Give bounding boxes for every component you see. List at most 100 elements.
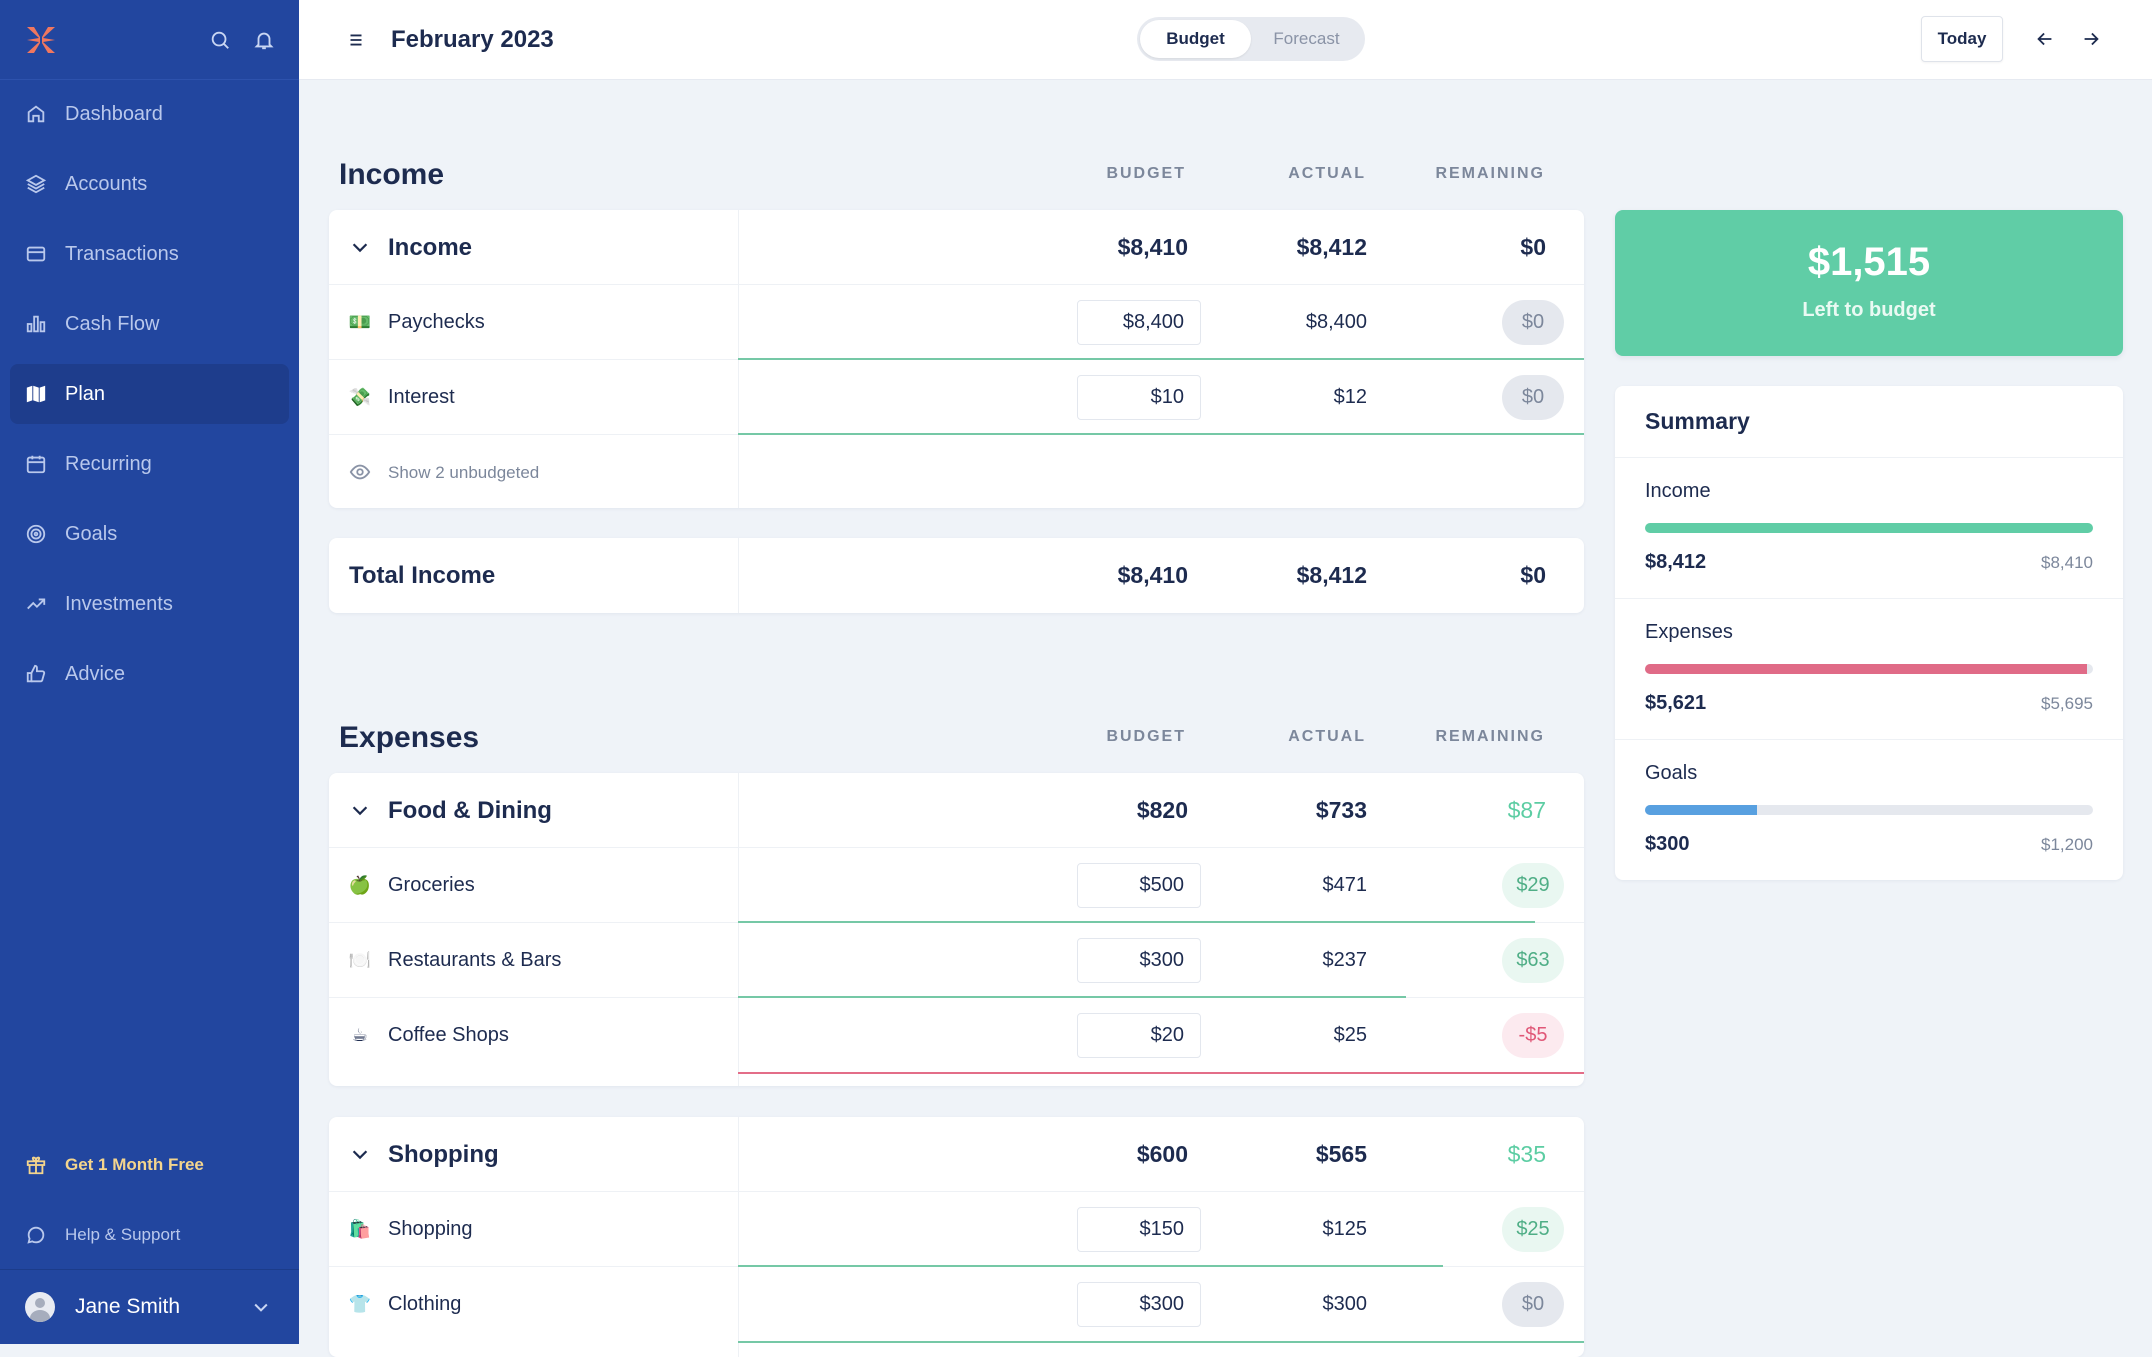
sidebar-item-label: Accounts <box>65 172 148 195</box>
total-income-row: Total Income $8,410 $8,412 $0 <box>329 538 1584 613</box>
total-label: Total Income <box>349 561 496 589</box>
chevron-down-icon[interactable] <box>349 799 371 821</box>
summary-title: Summary <box>1615 386 2123 458</box>
tab-forecast[interactable]: Forecast <box>1251 20 1362 58</box>
category-group-row[interactable]: Income $8,410 $8,412 $0 <box>329 210 1584 285</box>
budget-input[interactable] <box>1077 1282 1201 1327</box>
group-budget: $820 <box>1136 797 1188 823</box>
summary-card: Summary Income $8,412 $8,410 Expenses $5,… <box>1615 386 2123 880</box>
budget-input[interactable] <box>1077 375 1201 420</box>
column-header-actual: ACTUAL <box>1288 165 1366 182</box>
budget-input[interactable] <box>1077 1207 1201 1252</box>
category-row: ☕ Coffee Shops $25 -$5 <box>329 998 1584 1074</box>
get-free-month-link[interactable]: Get 1 Month Free <box>0 1130 299 1200</box>
tab-budget[interactable]: Budget <box>1140 20 1251 58</box>
summary-budget: $1,200 <box>2041 834 2093 854</box>
sidebar-item-advice[interactable]: Advice <box>10 644 289 704</box>
remaining-badge[interactable]: $25 <box>1502 1207 1564 1252</box>
budget-input[interactable] <box>1077 938 1201 983</box>
column-header-actual: ACTUAL <box>1288 728 1366 745</box>
total-actual: $8,412 <box>1296 562 1367 588</box>
summary-progress-track <box>1645 664 2093 674</box>
bell-icon[interactable] <box>253 29 275 51</box>
actual-amount: $12 <box>1333 386 1367 408</box>
chat-bubble-icon <box>27 1226 45 1244</box>
summary-progress-fill <box>1645 523 2093 533</box>
budget-input[interactable] <box>1077 863 1201 908</box>
top-bar: February 2023 Budget Forecast Today <box>299 0 2152 80</box>
sidebar-item-investments[interactable]: Investments <box>10 574 289 634</box>
summary-actual: $300 <box>1645 833 1690 855</box>
sidebar-item-cash-flow[interactable]: Cash Flow <box>10 294 289 354</box>
credit-card-icon <box>26 246 46 262</box>
category-group-row[interactable]: Shopping $600 $565 $35 <box>329 1117 1584 1192</box>
sidebar-item-plan[interactable]: Plan <box>10 364 289 424</box>
calendar-icon <box>26 455 46 474</box>
category-label: Restaurants & Bars <box>388 949 562 971</box>
category-group-row[interactable]: Food & Dining $820 $733 $87 <box>329 773 1584 848</box>
actual-amount: $300 <box>1322 1293 1368 1315</box>
summary-budget: $8,410 <box>2041 552 2093 572</box>
remaining-badge[interactable]: $63 <box>1502 938 1564 983</box>
chevron-down-icon[interactable] <box>349 1143 371 1165</box>
sidebar-item-label: Recurring <box>65 452 152 475</box>
sidebar-item-label: Plan <box>65 382 106 405</box>
summary-label: Goals <box>1645 762 1698 784</box>
help-support-link[interactable]: Help & Support <box>0 1200 299 1270</box>
sidebar-item-accounts[interactable]: Accounts <box>10 154 289 214</box>
today-button[interactable]: Today <box>1921 16 2003 62</box>
arrow-right-icon[interactable] <box>2080 28 2102 50</box>
menu-icon[interactable] <box>345 29 367 51</box>
shirt-icon: 👕 <box>348 1293 372 1314</box>
category-label: Clothing <box>388 1293 462 1315</box>
money-icon: 💵 <box>348 311 372 332</box>
remaining-badge[interactable]: $0 <box>1502 1282 1564 1327</box>
show-unbudgeted-row[interactable]: Show 2 unbudgeted <box>329 435 1584 508</box>
category-row: 💵 Paychecks $8,400 $0 <box>329 285 1584 360</box>
group-label: Income <box>388 233 473 261</box>
sidebar: Dashboard Accounts Transactions Cash Flo… <box>0 0 299 1344</box>
arrow-left-icon[interactable] <box>2034 28 2056 50</box>
sidebar-item-label: Goals <box>65 522 118 545</box>
page-title: February 2023 <box>391 25 554 53</box>
shopping-bag-icon: 🛍️ <box>348 1218 372 1239</box>
total-income-card: Total Income $8,410 $8,412 $0 <box>329 538 1584 613</box>
group-budget: $8,410 <box>1117 234 1188 260</box>
remaining-badge[interactable]: $29 <box>1502 863 1564 908</box>
sidebar-item-label: Advice <box>65 662 126 685</box>
sidebar-item-transactions[interactable]: Transactions <box>10 224 289 284</box>
budget-input[interactable] <box>1077 300 1201 345</box>
summary-progress-track <box>1645 805 2093 815</box>
category-row: 🍏 Groceries $471 $29 <box>329 848 1584 923</box>
summary-item-income: Income $8,412 $8,410 <box>1615 458 2123 599</box>
group-actual: $565 <box>1315 1141 1367 1167</box>
user-menu[interactable]: Jane Smith <box>0 1270 299 1344</box>
column-header-budget: BUDGET <box>1106 165 1186 182</box>
remaining-badge[interactable]: $0 <box>1502 300 1564 345</box>
category-label: Paychecks <box>388 311 485 333</box>
group-actual: $733 <box>1315 797 1367 823</box>
category-label: Groceries <box>388 874 475 896</box>
sidebar-nav: Dashboard Accounts Transactions Cash Flo… <box>0 80 299 704</box>
apple-icon: 🍏 <box>348 874 372 895</box>
home-icon <box>27 105 45 123</box>
monarch-logo-icon[interactable] <box>24 23 58 57</box>
actual-amount: $25 <box>1333 1024 1367 1046</box>
summary-actual: $5,621 <box>1645 692 1707 714</box>
search-icon[interactable] <box>209 29 231 51</box>
remaining-badge[interactable]: -$5 <box>1502 1013 1564 1058</box>
show-unbudgeted-link[interactable]: Show 2 unbudgeted <box>388 435 539 508</box>
remaining-badge[interactable]: $0 <box>1502 375 1564 420</box>
summary-item-expenses: Expenses $5,621 $5,695 <box>1615 599 2123 740</box>
group-label: Shopping <box>388 1140 499 1168</box>
thumbs-up-icon <box>26 664 46 683</box>
group-remaining: $0 <box>1520 234 1546 260</box>
actual-amount: $471 <box>1322 874 1368 896</box>
user-name: Jane Smith <box>75 1295 181 1318</box>
sidebar-header <box>0 0 299 80</box>
budget-input[interactable] <box>1077 1013 1201 1058</box>
sidebar-item-dashboard[interactable]: Dashboard <box>10 84 289 144</box>
sidebar-item-recurring[interactable]: Recurring <box>10 434 289 494</box>
chevron-down-icon[interactable] <box>349 236 371 258</box>
sidebar-item-goals[interactable]: Goals <box>10 504 289 564</box>
